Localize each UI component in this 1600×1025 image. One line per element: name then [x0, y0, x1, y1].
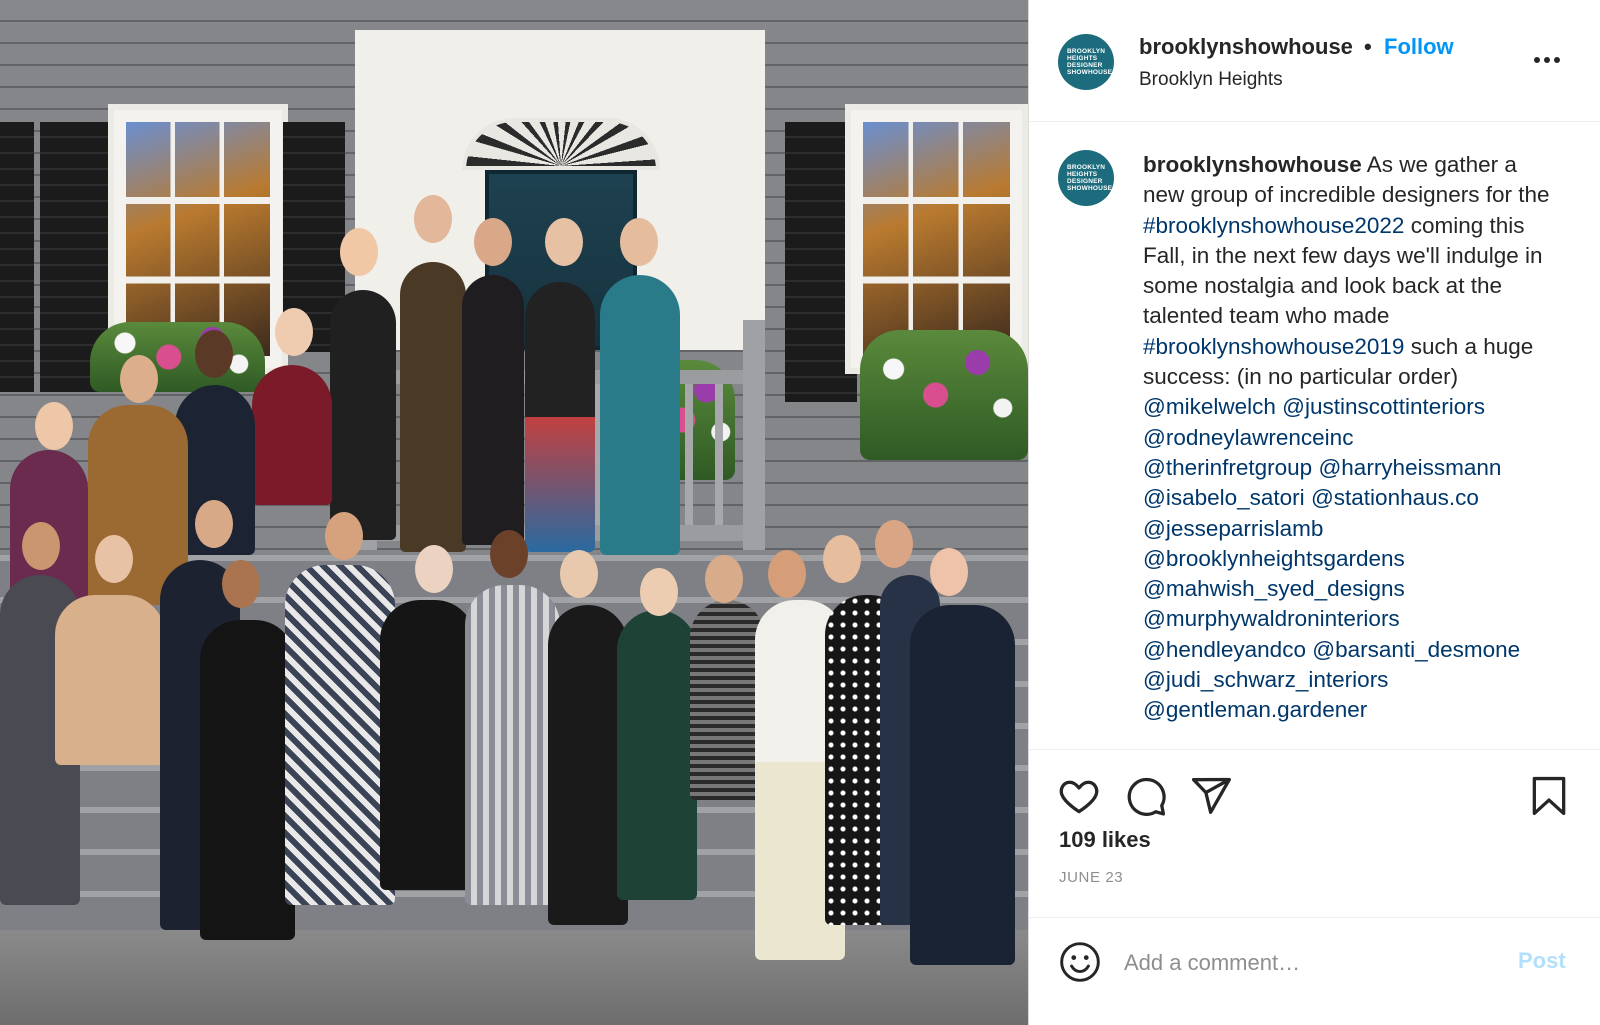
mention-link[interactable]: @isabelo_satori [1143, 485, 1305, 510]
comment-input[interactable] [1124, 946, 1484, 980]
right-window-flowerbox [860, 330, 1028, 460]
mention-link[interactable]: @judi_schwarz_interiors [1143, 667, 1388, 692]
avatar-text-line: DESIGNER [1067, 62, 1103, 69]
mention-link[interactable]: @hendleyandco [1143, 637, 1306, 662]
hashtag-link[interactable]: #brooklynshowhouse2019 [1143, 334, 1404, 359]
mention-link[interactable]: @harryheissmann [1318, 455, 1501, 480]
profile-avatar[interactable]: BROOKLYN HEIGHTS DESIGNER SHOWHOUSE [1058, 34, 1114, 90]
left-shutter-outer [0, 122, 34, 392]
emoji-button[interactable] [1058, 940, 1102, 984]
avatar-text-line: BROOKLYN [1067, 164, 1106, 171]
header-separator: • [1364, 34, 1372, 59]
save-button[interactable] [1527, 774, 1571, 818]
caption-avatar[interactable]: BROOKLYN HEIGHTS DESIGNER SHOWHOUSE [1058, 150, 1114, 206]
avatar-text-line: HEIGHTS [1067, 171, 1098, 178]
mention-link[interactable]: @rodneylawrenceinc [1143, 425, 1353, 450]
like-button[interactable] [1057, 774, 1101, 818]
comment-button[interactable] [1124, 774, 1168, 818]
comment-icon [1127, 777, 1166, 816]
mention-link[interactable]: @therinfretgroup [1143, 455, 1312, 480]
mention-link[interactable]: @brooklynheightsgardens [1143, 546, 1405, 571]
post-caption: brooklynshowhouse As we gather a new gro… [1143, 150, 1563, 726]
share-icon [1191, 777, 1231, 814]
more-options-button[interactable] [1527, 45, 1567, 75]
location-link[interactable]: Brooklyn Heights [1139, 69, 1283, 91]
header-username[interactable]: brooklynshowhouse [1139, 34, 1353, 60]
post-side-panel: BROOKLYN HEIGHTS DESIGNER SHOWHOUSE broo… [1028, 0, 1600, 1025]
sidewalk [0, 930, 1028, 1025]
follow-button[interactable]: Follow [1384, 34, 1454, 60]
mention-link[interactable]: @jesseparrislamb [1143, 516, 1323, 541]
caption-area: BROOKLYN HEIGHTS DESIGNER SHOWHOUSE broo… [1029, 123, 1600, 748]
avatar-text-line: HEIGHTS [1067, 55, 1098, 62]
avatar-text-line: SHOWHOUSE [1067, 69, 1113, 76]
mention-link[interactable]: @justinscottinteriors [1282, 394, 1485, 419]
emoji-icon [1060, 942, 1100, 982]
caption-username[interactable]: brooklynshowhouse [1143, 152, 1362, 177]
fanlight-window [462, 118, 660, 170]
avatar-text-line: DESIGNER [1067, 178, 1103, 185]
action-bar [1029, 749, 1600, 816]
mention-link[interactable]: @barsanti_desmone [1312, 637, 1520, 662]
post-photo[interactable] [0, 0, 1028, 1025]
mention-link[interactable]: @mikelwelch [1143, 394, 1276, 419]
mention-link[interactable]: @murphywaldroninteriors [1143, 606, 1400, 631]
left-window-flowerbox [90, 322, 265, 392]
bookmark-icon [1532, 776, 1566, 816]
mention-link[interactable]: @mahwish_syed_designs [1143, 576, 1405, 601]
post-header: BROOKLYN HEIGHTS DESIGNER SHOWHOUSE broo… [1029, 0, 1600, 122]
avatar-text-line: SHOWHOUSE [1067, 185, 1113, 192]
mention-link[interactable]: @stationhaus.co [1311, 485, 1479, 510]
post-comment-button[interactable]: Post [1518, 948, 1566, 974]
more-horizontal-icon [1534, 57, 1560, 63]
share-button[interactable] [1189, 774, 1233, 818]
hashtag-link[interactable]: #brooklynshowhouse2022 [1143, 213, 1404, 238]
post-date[interactable]: JUNE 23 [1059, 869, 1123, 886]
mention-link[interactable]: @gentleman.gardener [1143, 697, 1367, 722]
heart-icon [1059, 780, 1099, 814]
likes-count[interactable]: 109 likes [1059, 827, 1151, 853]
avatar-text-line: BROOKLYN [1067, 48, 1106, 55]
comment-bar: Post [1029, 917, 1600, 1025]
